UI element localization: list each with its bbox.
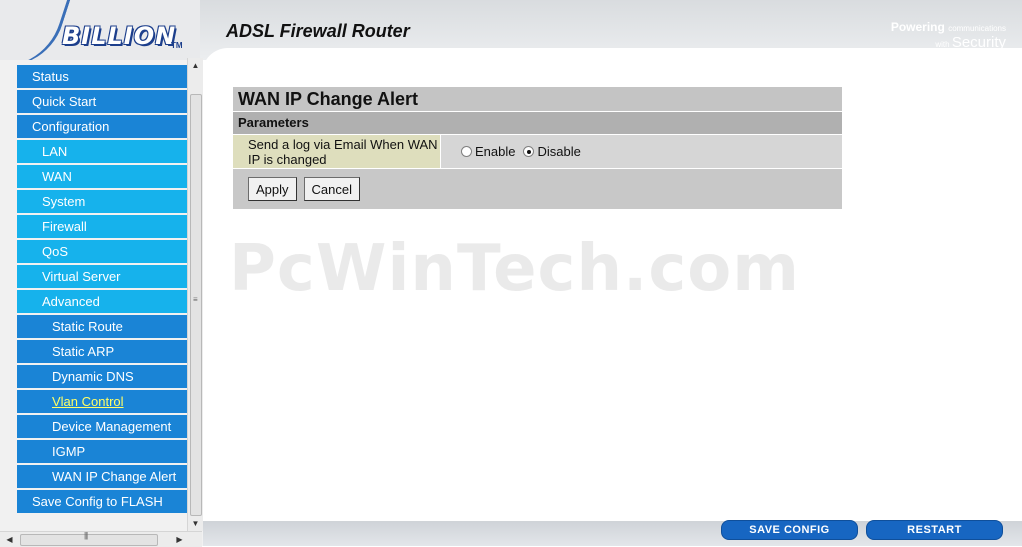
sidebar-item-label: Static Route [52,319,123,334]
scroll-left-arrow-icon[interactable]: ◀ [2,532,17,547]
page-title: WAN IP Change Alert [233,87,842,111]
sidebar-item-advanced[interactable]: Advanced [17,290,187,313]
sidebar-item-label: Device Management [52,419,172,434]
sidebar-item-label: Vlan Control [52,394,124,409]
sidebar-item-label: WAN [42,169,72,184]
horizontal-scrollbar[interactable]: ◀ ||| ▶ [0,531,202,547]
sidebar-item-label: Status [32,69,69,84]
apply-button[interactable]: Apply [248,177,297,201]
sidebar-item-label: Dynamic DNS [52,369,134,384]
sidebar-item-label: Advanced [42,294,100,309]
restart-button[interactable]: RESTART [866,520,1003,540]
tagline-powering: Powering [890,20,945,34]
sidebar-item-vlan-control[interactable]: Vlan Control [17,390,187,413]
content-area-top [202,48,1022,78]
sidebar-item-label: LAN [42,144,68,159]
sidebar-item-wan[interactable]: WAN [17,165,187,188]
sidebar-item-device-management[interactable]: Device Management [17,415,187,438]
vertical-scroll-thumb[interactable]: ≡ [190,94,202,516]
sidebar-item-label: Save Config to FLASH [32,494,163,509]
sidebar-item-qos[interactable]: QoS [17,240,187,263]
sidebar-item-firewall[interactable]: Firewall [17,215,187,238]
sidebar-item-label: Static ARP [52,344,115,359]
scroll-right-arrow-icon[interactable]: ▶ [172,532,187,547]
logo: BILLION TM [0,0,200,60]
enable-radio[interactable] [461,146,472,157]
radio-group: Enable Disable [441,135,842,168]
logo-trademark: TM [171,41,183,50]
sidebar-item-dynamic-dns[interactable]: Dynamic DNS [17,365,187,388]
sidebar-item-label: IGMP [52,444,86,459]
grip-icon: ||| [84,531,88,540]
field-label: Send a log via Email When WAN IP is chan… [233,135,441,168]
sidebar-item-static-route[interactable]: Static Route [17,315,187,338]
sidebar-item-quick-start[interactable]: Quick Start [17,90,187,113]
sidebar-item-system[interactable]: System [17,190,187,213]
sidebar-item-save-config-to-flash[interactable]: Save Config to FLASH [17,490,187,513]
watermark: PcWinTech.com [229,232,800,306]
tagline-communications: communications [948,24,1006,33]
disable-option[interactable]: Disable [523,144,581,159]
sidebar-item-static-arp[interactable]: Static ARP [17,340,187,363]
action-bar: Apply Cancel [233,169,842,209]
sidebar-item-wan-ip-change-alert[interactable]: WAN IP Change Alert [17,465,187,488]
logo-text: BILLION [62,22,177,50]
disable-radio[interactable] [523,146,535,157]
sidebar-item-label: Quick Start [32,94,97,109]
sidebar-item-label: Virtual Server [42,269,121,284]
enable-label: Enable [475,144,516,159]
grip-icon: ≡ [193,295,198,304]
disable-label: Disable [537,144,581,159]
scroll-up-arrow-icon[interactable]: ▲ [188,58,203,73]
sidebar-item-label: QoS [42,244,69,259]
cancel-button[interactable]: Cancel [303,177,360,201]
vertical-scrollbar[interactable]: ▲ ≡ ▼ [187,58,203,531]
sidebar-item-label: Firewall [42,219,87,234]
sidebar-item-lan[interactable]: LAN [17,140,187,163]
sidebar-item-configuration[interactable]: Configuration [17,115,187,138]
sidebar-menu: Status Quick Start Configuration LAN WAN… [17,65,187,515]
sidebar-item-virtual-server[interactable]: Virtual Server [17,265,187,288]
product-title: ADSL Firewall Router [226,21,410,41]
sidebar: Status Quick Start Configuration LAN WAN… [0,60,203,546]
sidebar-item-status[interactable]: Status [17,65,187,88]
scroll-down-arrow-icon[interactable]: ▼ [188,516,203,531]
sidebar-item-label: WAN IP Change Alert [52,469,177,484]
settings-panel: WAN IP Change Alert Parameters Send a lo… [233,87,842,209]
setting-row: Send a log via Email When WAN IP is chan… [233,135,842,168]
save-config-button[interactable]: SAVE CONFIG [721,520,858,540]
enable-option[interactable]: Enable [461,144,515,159]
sidebar-item-label: System [42,194,86,209]
sidebar-item-label: Configuration [32,119,110,134]
horizontal-scroll-thumb[interactable]: ||| [20,531,158,546]
section-header: Parameters [233,112,842,134]
sidebar-item-igmp[interactable]: IGMP [17,440,187,463]
